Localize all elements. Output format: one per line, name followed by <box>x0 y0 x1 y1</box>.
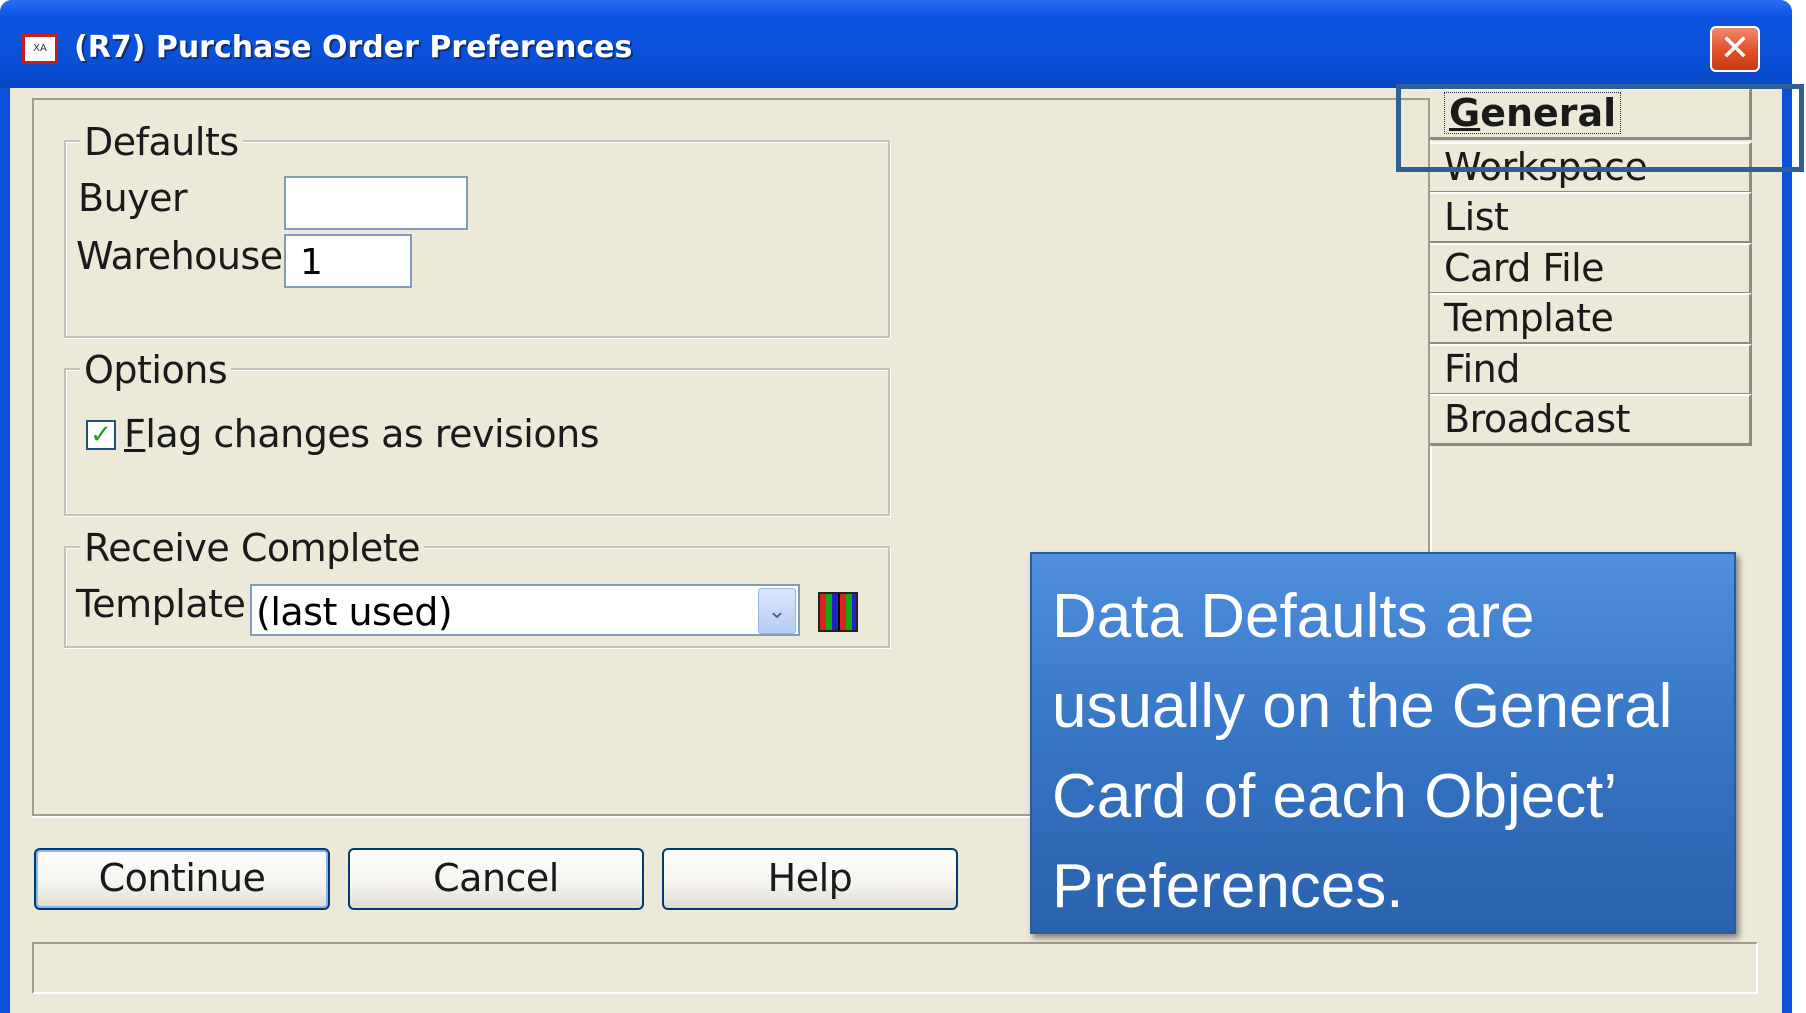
buyer-label: Buyer <box>78 176 188 220</box>
status-bar <box>32 942 1758 994</box>
template-label: Template <box>76 582 246 626</box>
template-select[interactable]: (last used) ⌄ <box>250 584 800 636</box>
continue-button[interactable]: Continue <box>34 848 330 910</box>
help-button[interactable]: Help <box>662 848 958 910</box>
close-icon: ✕ <box>1719 28 1751 69</box>
buyer-input[interactable] <box>284 176 468 230</box>
flag-changes-accesskey: F <box>124 412 146 456</box>
flag-changes-label-rest: lag changes as revisions <box>145 412 599 456</box>
defaults-legend: Defaults <box>80 120 243 164</box>
general-tab-highlight <box>1396 84 1804 172</box>
options-group: Options ✓ Flag changes as revisions <box>64 348 890 516</box>
flag-changes-label[interactable]: Flag changes as revisions <box>124 412 599 456</box>
flag-changes-checkbox[interactable]: ✓ <box>86 420 116 450</box>
chevron-down-icon[interactable]: ⌄ <box>758 588 796 634</box>
title-bar[interactable]: XA (R7) Purchase Order Preferences ✕ <box>0 0 1792 88</box>
warehouse-input[interactable]: 1 <box>284 234 412 288</box>
tab-find[interactable]: Find <box>1430 344 1752 396</box>
template-select-value: (last used) <box>256 590 453 634</box>
cancel-button[interactable]: Cancel <box>348 848 644 910</box>
tab-list[interactable]: List <box>1430 192 1752 244</box>
options-legend: Options <box>80 348 232 392</box>
tab-template[interactable]: Template <box>1430 293 1752 345</box>
receive-complete-group: Receive Complete Template (last used) ⌄ <box>64 526 890 648</box>
template-grid-icon[interactable] <box>818 592 858 632</box>
warehouse-label: Warehouse <box>76 234 283 278</box>
receive-complete-legend: Receive Complete <box>80 526 424 570</box>
checkmark-icon: ✓ <box>90 420 112 450</box>
defaults-group: Defaults Buyer Warehouse 1 <box>64 120 890 338</box>
tab-card-file[interactable]: Card File <box>1430 243 1752 295</box>
callout-annotation: Data Defaults are usually on the General… <box>1030 552 1736 934</box>
close-button[interactable]: ✕ <box>1710 26 1760 72</box>
app-icon: XA <box>22 34 58 64</box>
tab-broadcast[interactable]: Broadcast <box>1430 394 1752 446</box>
window-title: (R7) Purchase Order Preferences <box>74 30 633 65</box>
